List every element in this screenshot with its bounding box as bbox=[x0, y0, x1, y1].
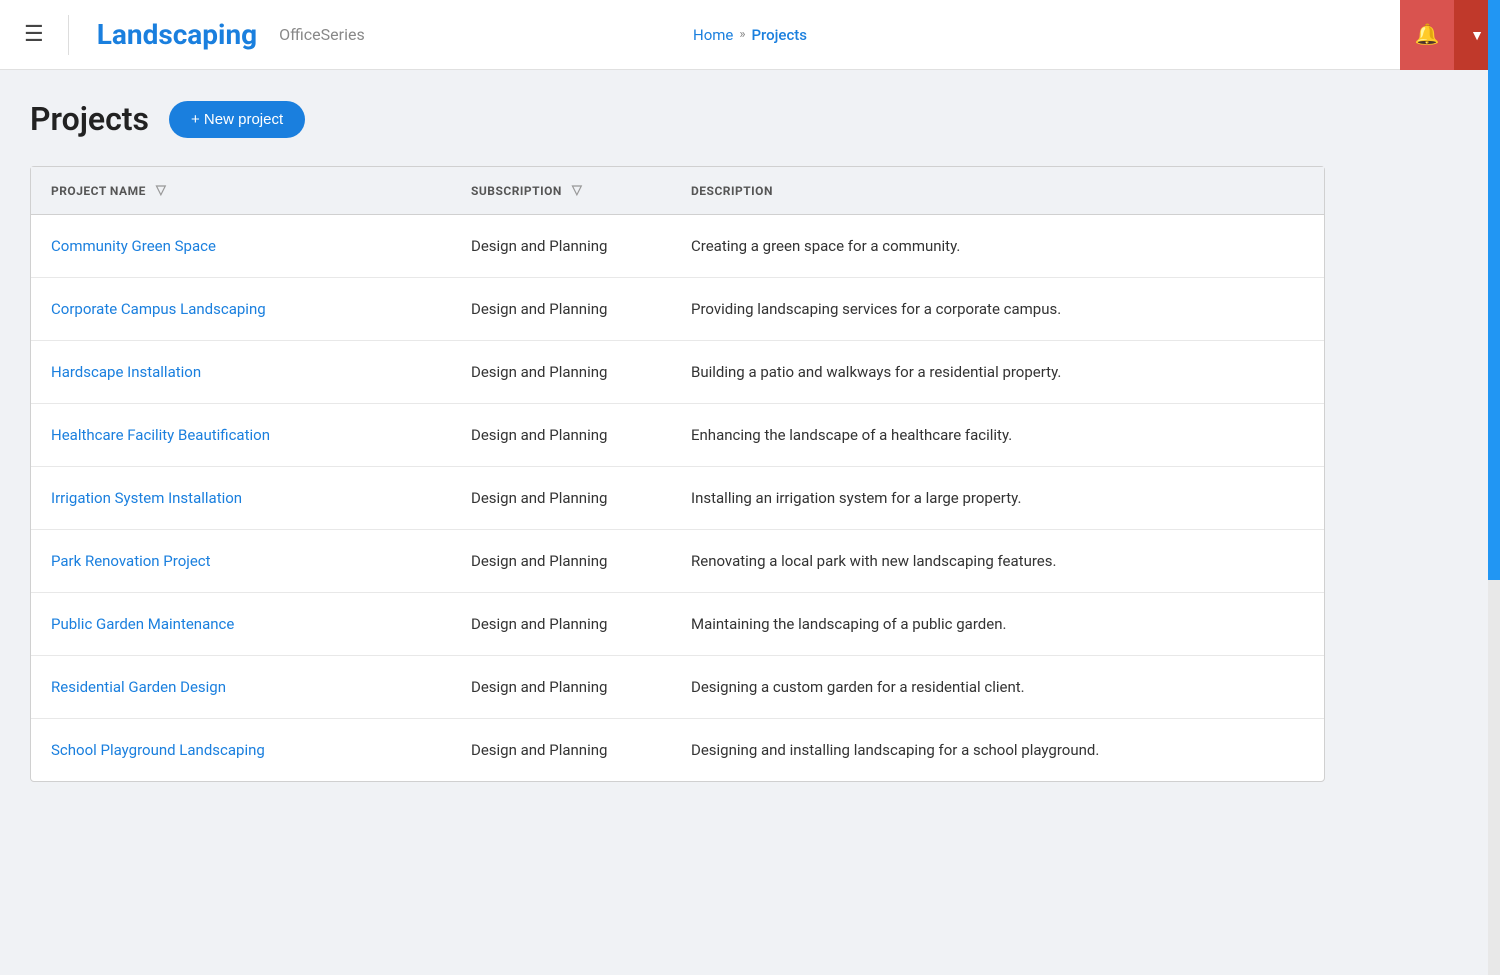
description-cell: Designing a custom garden for a resident… bbox=[671, 656, 1324, 719]
table-row: Residential Garden Design Design and Plan… bbox=[31, 656, 1324, 719]
page-header: Projects + New project bbox=[30, 100, 1470, 138]
project-name-link[interactable]: School Playground Landscaping bbox=[51, 741, 265, 759]
table-body: Community Green Space Design and Planning… bbox=[31, 215, 1324, 782]
col-label-description: DESCRIPTION bbox=[691, 184, 773, 198]
project-name-cell: Hardscape Installation bbox=[31, 341, 451, 404]
subscription-cell: Design and Planning bbox=[451, 467, 671, 530]
app-title: Landscaping bbox=[97, 18, 257, 51]
description-cell: Creating a green space for a community. bbox=[671, 215, 1324, 278]
project-name-cell: Corporate Campus Landscaping bbox=[31, 278, 451, 341]
subscription-cell: Design and Planning bbox=[451, 656, 671, 719]
nav-home-link[interactable]: Home bbox=[693, 26, 733, 44]
header-divider bbox=[68, 15, 69, 55]
project-name-link[interactable]: Irrigation System Installation bbox=[51, 489, 242, 507]
table-row: Park Renovation Project Design and Planni… bbox=[31, 530, 1324, 593]
project-name-cell: Community Green Space bbox=[31, 215, 451, 278]
subscription-cell: Design and Planning bbox=[451, 593, 671, 656]
filter-icon-project-name[interactable]: ▽ bbox=[156, 183, 167, 198]
column-header-subscription: SUBSCRIPTION ▽ bbox=[451, 167, 671, 215]
project-name-cell: Irrigation System Installation bbox=[31, 467, 451, 530]
table-row: Corporate Campus Landscaping Design and P… bbox=[31, 278, 1324, 341]
subscription-cell: Design and Planning bbox=[451, 278, 671, 341]
table-row: Public Garden Maintenance Design and Plan… bbox=[31, 593, 1324, 656]
filter-icon-subscription[interactable]: ▽ bbox=[572, 183, 583, 198]
project-name-cell: School Playground Landscaping bbox=[31, 719, 451, 782]
bell-icon: 🔔 bbox=[1415, 22, 1440, 47]
description-cell: Installing an irrigation system for a la… bbox=[671, 467, 1324, 530]
description-cell: Building a patio and walkways for a resi… bbox=[671, 341, 1324, 404]
project-name-link[interactable]: Residential Garden Design bbox=[51, 678, 226, 696]
table-row: Irrigation System Installation Design and… bbox=[31, 467, 1324, 530]
table-row: Healthcare Facility Beautification Design… bbox=[31, 404, 1324, 467]
header: ☰ Landscaping OfficeSeries Home » Projec… bbox=[0, 0, 1500, 70]
breadcrumb: Home » Projects bbox=[693, 26, 807, 44]
subscription-cell: Design and Planning bbox=[451, 404, 671, 467]
nav-current-page: Projects bbox=[751, 26, 807, 44]
subscription-cell: Design and Planning bbox=[451, 530, 671, 593]
column-header-project-name: PROJECT NAME ▽ bbox=[31, 167, 451, 215]
table-header-row: PROJECT NAME ▽ SUBSCRIPTION ▽ DESCRIPTIO… bbox=[31, 167, 1324, 215]
project-name-link[interactable]: Park Renovation Project bbox=[51, 552, 211, 570]
project-name-cell: Public Garden Maintenance bbox=[31, 593, 451, 656]
column-header-description: DESCRIPTION bbox=[671, 167, 1324, 215]
description-cell: Providing landscaping services for a cor… bbox=[671, 278, 1324, 341]
nav-separator: » bbox=[739, 27, 745, 42]
subscription-cell: Design and Planning bbox=[451, 215, 671, 278]
subscription-cell: Design and Planning bbox=[451, 719, 671, 782]
scrollbar-thumb[interactable] bbox=[1488, 0, 1500, 580]
table-row: Hardscape Installation Design and Plannin… bbox=[31, 341, 1324, 404]
project-name-link[interactable]: Community Green Space bbox=[51, 237, 216, 255]
project-name-link[interactable]: Corporate Campus Landscaping bbox=[51, 300, 266, 318]
header-left: ☰ Landscaping OfficeSeries bbox=[16, 14, 365, 55]
project-name-link[interactable]: Public Garden Maintenance bbox=[51, 615, 234, 633]
scrollbar-track[interactable] bbox=[1488, 0, 1500, 975]
project-name-cell: Residential Garden Design bbox=[31, 656, 451, 719]
notification-button[interactable]: 🔔 bbox=[1400, 0, 1454, 70]
hamburger-icon[interactable]: ☰ bbox=[16, 14, 52, 55]
col-label-project-name: PROJECT NAME bbox=[51, 184, 146, 198]
projects-table-container: PROJECT NAME ▽ SUBSCRIPTION ▽ DESCRIPTIO… bbox=[30, 166, 1325, 782]
subscription-cell: Design and Planning bbox=[451, 341, 671, 404]
description-cell: Maintaining the landscaping of a public … bbox=[671, 593, 1324, 656]
chevron-down-icon: ▼ bbox=[1470, 27, 1484, 43]
col-label-subscription: SUBSCRIPTION bbox=[471, 184, 562, 198]
project-name-cell: Healthcare Facility Beautification bbox=[31, 404, 451, 467]
projects-table: PROJECT NAME ▽ SUBSCRIPTION ▽ DESCRIPTIO… bbox=[31, 167, 1324, 781]
table-row: School Playground Landscaping Design and … bbox=[31, 719, 1324, 782]
new-project-button[interactable]: + New project bbox=[169, 101, 305, 138]
table-row: Community Green Space Design and Planning… bbox=[31, 215, 1324, 278]
description-cell: Designing and installing landscaping for… bbox=[671, 719, 1324, 782]
description-cell: Renovating a local park with new landsca… bbox=[671, 530, 1324, 593]
app-subtitle: OfficeSeries bbox=[279, 25, 365, 44]
project-name-cell: Park Renovation Project bbox=[31, 530, 451, 593]
project-name-link[interactable]: Hardscape Installation bbox=[51, 363, 201, 381]
project-name-link[interactable]: Healthcare Facility Beautification bbox=[51, 426, 270, 444]
description-cell: Enhancing the landscape of a healthcare … bbox=[671, 404, 1324, 467]
main-content: Projects + New project PROJECT NAME ▽ SU… bbox=[0, 70, 1500, 812]
header-right: 🔔 ▼ bbox=[1400, 0, 1500, 70]
page-title: Projects bbox=[30, 100, 149, 138]
